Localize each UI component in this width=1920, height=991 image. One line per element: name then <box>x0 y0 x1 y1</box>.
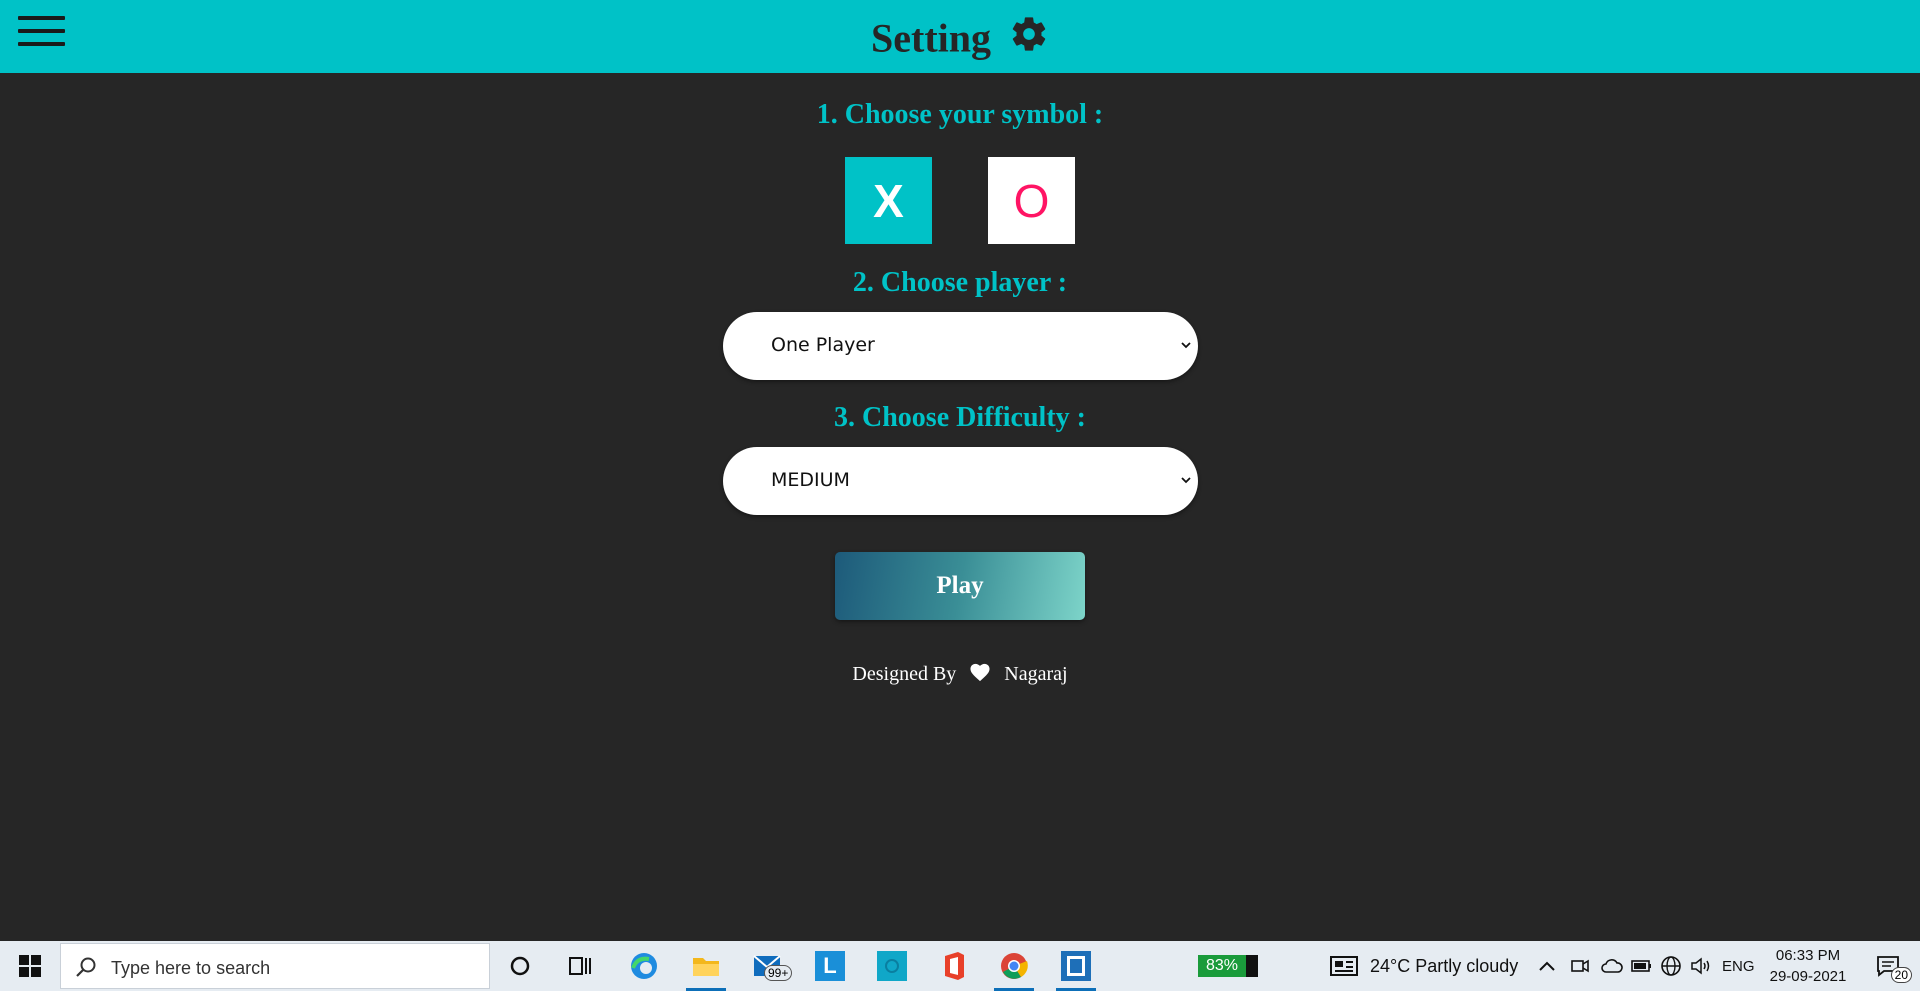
symbol-section-title: 1. Choose your symbol : <box>816 99 1104 130</box>
player-select[interactable]: One Player <box>723 312 1198 380</box>
symbol-x-button[interactable]: X <box>845 157 932 244</box>
onedrive-icon[interactable] <box>1601 941 1623 991</box>
action-center-icon[interactable]: 20 <box>1860 941 1916 991</box>
app-header: Setting <box>0 0 1920 73</box>
system-clock[interactable]: 06:33 PM 29-09-2021 <box>1766 941 1850 991</box>
language-indicator[interactable]: ENG <box>1722 941 1755 991</box>
l-app-icon[interactable]: L <box>804 941 856 991</box>
taskbar-search-input[interactable]: Type here to search <box>60 943 490 989</box>
weather-text: 24°C Partly cloudy <box>1370 955 1519 976</box>
windows-taskbar: Type here to search 99+ L 83% 24°C Partl… <box>0 941 1920 991</box>
mail-badge: 99+ <box>764 965 793 981</box>
file-explorer-icon[interactable] <box>680 941 732 991</box>
battery-indicator[interactable]: 83% <box>1198 941 1259 991</box>
mail-icon[interactable]: 99+ <box>742 941 794 991</box>
player-section-title: 2. Choose player : <box>852 267 1068 298</box>
teal-app-icon[interactable] <box>866 941 918 991</box>
notification-count: 20 <box>1890 967 1912 983</box>
chrome-browser-icon[interactable] <box>988 941 1040 991</box>
chevron-down-icon <box>1181 342 1191 349</box>
weather-widget[interactable]: 24°C Partly cloudy <box>1330 941 1518 991</box>
difficulty-select[interactable]: MEDIUM <box>723 447 1198 515</box>
clock-time: 06:33 PM <box>1775 947 1841 964</box>
volume-icon[interactable] <box>1690 941 1712 991</box>
network-globe-icon[interactable] <box>1660 941 1682 991</box>
language-text: ENG <box>1722 957 1755 975</box>
chevron-down-icon <box>1181 477 1191 484</box>
task-view-icon[interactable] <box>554 941 606 991</box>
player-select-value: One Player <box>771 334 875 356</box>
difficulty-section-title: 3. Choose Difficulty : <box>834 402 1086 433</box>
clock-date: 29-09-2021 <box>1769 968 1847 985</box>
search-icon <box>76 957 96 977</box>
credit-line: Designed By Nagaraj <box>0 663 1920 686</box>
battery-percent: 83% <box>1198 955 1259 977</box>
cortana-icon[interactable] <box>494 941 546 991</box>
play-button[interactable]: Play <box>835 552 1085 620</box>
gear-icon <box>1012 17 1046 51</box>
heart-icon <box>970 664 990 682</box>
meet-now-icon[interactable] <box>1570 941 1590 991</box>
brackets-editor-icon[interactable] <box>1050 941 1102 991</box>
designed-by-label: Designed By <box>852 663 957 685</box>
symbol-o-button[interactable]: O <box>988 157 1075 244</box>
difficulty-select-value: MEDIUM <box>771 469 850 491</box>
windows-start-icon[interactable] <box>0 941 60 991</box>
edge-browser-icon[interactable] <box>618 941 670 991</box>
office-icon[interactable] <box>928 941 980 991</box>
news-icon <box>1330 956 1358 976</box>
tray-chevron-up-icon[interactable] <box>1538 941 1556 991</box>
page-title: Setting <box>0 10 1920 61</box>
page-title-text: Setting <box>871 15 991 61</box>
search-placeholder: Type here to search <box>111 958 271 978</box>
battery-icon[interactable] <box>1631 941 1653 991</box>
author-name: Nagaraj <box>1004 663 1068 685</box>
